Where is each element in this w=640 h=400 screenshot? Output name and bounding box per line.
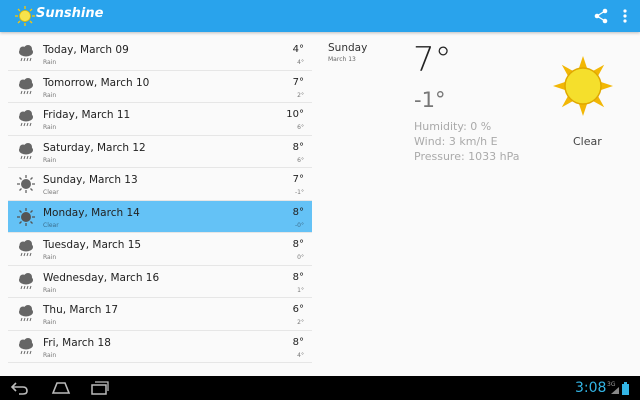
forecast-row[interactable]: Today, March 09 Rain 4° 4°: [8, 38, 312, 71]
detail-pressure: Pressure: 1033 hPa: [414, 150, 520, 163]
rain-icon: [19, 305, 33, 322]
sun-icon: [553, 56, 613, 116]
rain-icon: [19, 77, 33, 94]
forecast-high: 8°: [292, 206, 304, 218]
app-bar: Sunshine: [0, 0, 640, 32]
forecast-description: Rain: [43, 156, 57, 164]
detail-low-temp: -1°: [414, 88, 446, 112]
forecast-row[interactable]: Tomorrow, March 10 Rain 7° 2°: [8, 71, 312, 103]
forecast-high: 6°: [292, 304, 304, 315]
forecast-date: Sunday, March 13: [43, 174, 138, 186]
rain-icon: [19, 142, 33, 159]
forecast-high: 7°: [292, 174, 304, 185]
forecast-description: Clear: [43, 221, 59, 229]
forecast-row[interactable]: Wednesday, March 16 Rain 8° 1°: [8, 266, 312, 298]
forecast-low: 0°: [297, 254, 304, 261]
rain-icon: [19, 110, 33, 127]
forecast-low: 4°: [297, 351, 304, 359]
forecast-row[interactable]: Friday, March 11 Rain 10° 6°: [8, 103, 312, 136]
rain-icon: [19, 272, 33, 289]
sun-icon: [17, 175, 35, 193]
forecast-description: Rain: [43, 286, 57, 294]
forecast-row[interactable]: Tuesday, March 15 Rain 8° 0°: [8, 233, 312, 266]
share-icon[interactable]: [592, 7, 610, 25]
forecast-description: Rain: [43, 319, 57, 326]
forecast-description: Rain: [43, 351, 57, 359]
detail-wind: Wind: 3 km/h E: [414, 135, 498, 148]
forecast-low: 4°: [297, 59, 304, 66]
forecast-date: Fri, March 18: [43, 336, 111, 349]
forecast-date: Tomorrow, March 10: [43, 76, 150, 89]
forecast-description: Rain: [43, 254, 57, 261]
app-title: Sunshine: [36, 6, 104, 21]
forecast-low: -0°: [295, 221, 304, 229]
forecast-high: 10°: [286, 109, 304, 120]
forecast-low: 6°: [297, 156, 304, 164]
detail-condition: Clear: [573, 135, 602, 148]
forecast-date: Monday, March 14: [43, 206, 140, 219]
detail-humidity: Humidity: 0 %: [414, 120, 492, 133]
system-nav-bar: [0, 376, 640, 400]
forecast-high: 8°: [292, 271, 304, 283]
forecast-row[interactable]: Saturday, March 12 Rain 8° 6°: [8, 136, 312, 168]
sun-icon: [17, 207, 35, 226]
forecast-high: 8°: [292, 336, 304, 348]
forecast-high: 8°: [292, 239, 304, 250]
forecast-low: 6°: [297, 124, 304, 131]
forecast-date: Today, March 09: [43, 44, 129, 56]
detail-high-temp: 7°: [413, 40, 452, 80]
forecast-date: Wednesday, March 16: [43, 271, 160, 284]
forecast-date: Saturday, March 12: [43, 141, 146, 154]
forecast-description: Rain: [43, 91, 57, 99]
status-clock: 3:08: [575, 380, 607, 396]
forecast-low: 1°: [297, 286, 304, 294]
sun-logo-icon: [15, 6, 35, 26]
forecast-high: 7°: [292, 76, 304, 88]
recent-apps-icon[interactable]: [90, 380, 110, 396]
forecast-description: Rain: [43, 124, 57, 131]
forecast-low: 2°: [297, 91, 304, 99]
home-icon[interactable]: [50, 380, 72, 396]
overflow-menu-icon[interactable]: [618, 7, 632, 25]
forecast-description: Rain: [43, 59, 57, 66]
detail-day: Sunday: [328, 42, 368, 54]
forecast-date: Tuesday, March 15: [43, 239, 142, 251]
forecast-row[interactable]: Sunday, March 13 Clear 7° -1°: [8, 168, 312, 201]
rain-icon: [19, 337, 33, 354]
forecast-row-selected[interactable]: Monday, March 14 Clear 8° -0°: [8, 200, 312, 233]
forecast-low: -1°: [295, 189, 304, 196]
forecast-low: 2°: [297, 319, 304, 326]
forecast-description: Clear: [43, 189, 59, 196]
forecast-date: Friday, March 11: [43, 109, 131, 121]
detail-date: March 13: [328, 56, 356, 63]
forecast-row[interactable]: Fri, March 18 Rain 8° 4°: [8, 331, 312, 363]
back-icon[interactable]: [10, 380, 30, 396]
forecast-row[interactable]: Thu, March 17 Rain 6° 2°: [8, 298, 312, 331]
forecast-date: Thu, March 17: [43, 304, 119, 316]
forecast-high: 8°: [292, 141, 304, 153]
rain-icon: [19, 45, 33, 62]
forecast-high: 4°: [292, 44, 304, 55]
rain-icon: [19, 240, 33, 257]
signal-icon: [611, 387, 619, 394]
battery-icon: [622, 382, 629, 395]
forecast-list: Today, March 09 Rain 4° 4° Tomorrow, Mar…: [8, 38, 312, 363]
